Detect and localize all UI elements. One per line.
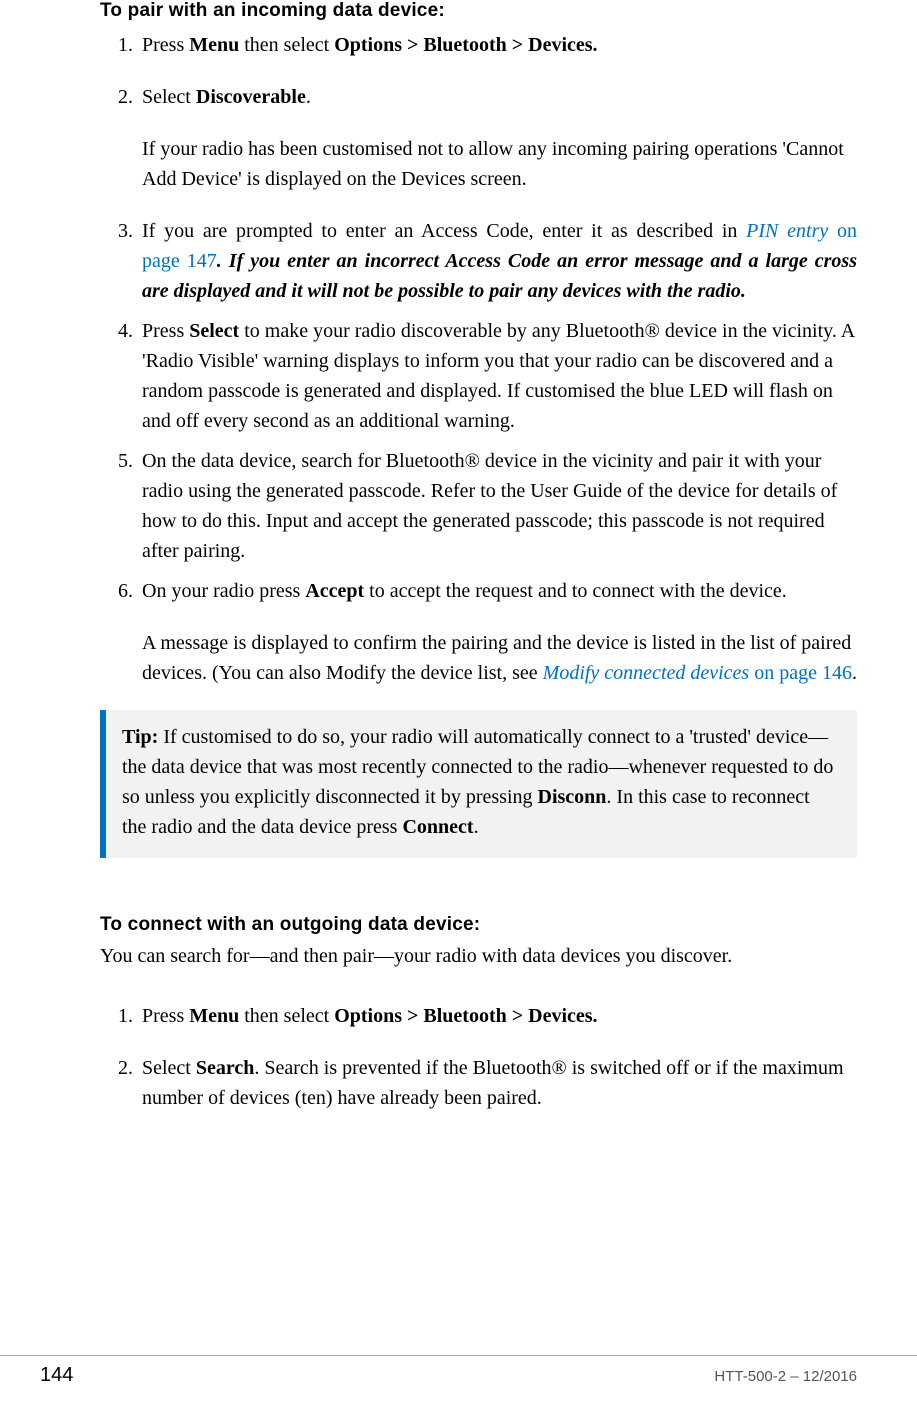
section2-intro: You can search for—and then pair—your ra… [100, 942, 857, 971]
step-6: On your radio press Accept to accept the… [138, 576, 857, 688]
steps-list-pair-incoming: Press Menu then select Options > Bluetoo… [100, 30, 857, 688]
steps-list-connect-outgoing: Press Menu then select Options > Bluetoo… [100, 1001, 857, 1113]
tip-label: Tip: [122, 726, 158, 748]
page-footer: 144 HTT-500-2 – 12/2016 [0, 1355, 917, 1387]
step-6-text: On your radio press Accept to accept the… [142, 576, 857, 606]
modify-devices-link[interactable]: Modify connected devices on page 146 [543, 662, 852, 684]
out-step-1: Press Menu then select Options > Bluetoo… [138, 1001, 857, 1031]
step-1-text: Press Menu then select Options > Bluetoo… [142, 30, 857, 60]
step-2-text: Select Discoverable. [142, 82, 857, 112]
step-1: Press Menu then select Options > Bluetoo… [138, 30, 857, 60]
menu-label: Menu [189, 34, 239, 56]
section-heading-pair-incoming: To pair with an incoming data device: [100, 0, 857, 22]
step-4-text: Press Select to make your radio discover… [142, 316, 857, 436]
out-step-1-text: Press Menu then select Options > Bluetoo… [142, 1001, 857, 1031]
menu-path: Options > Bluetooth > Devices. [334, 34, 597, 56]
section-heading-connect-outgoing: To connect with an outgoing data device: [100, 914, 857, 936]
step-5-text: On the data device, search for Bluetooth… [142, 446, 857, 566]
step-3-text: If you are prompted to enter an Access C… [142, 216, 857, 306]
step-5: On the data device, search for Bluetooth… [138, 446, 857, 566]
out-step-2: Select Search. Search is prevented if th… [138, 1053, 857, 1113]
step-3: If you are prompted to enter an Access C… [138, 216, 857, 306]
document-id: HTT-500-2 – 12/2016 [714, 1368, 857, 1385]
step-4: Press Select to make your radio discover… [138, 316, 857, 436]
out-step-2-text: Select Search. Search is prevented if th… [142, 1053, 857, 1113]
step-2-note: If your radio has been customised not to… [142, 134, 857, 194]
tip-callout: Tip: If customised to do so, your radio … [100, 710, 857, 858]
page-number: 144 [40, 1364, 73, 1387]
page-container: To pair with an incoming data device: Pr… [0, 0, 917, 1405]
step-2: Select Discoverable. If your radio has b… [138, 82, 857, 194]
step-6-confirm: A message is displayed to confirm the pa… [142, 628, 857, 688]
